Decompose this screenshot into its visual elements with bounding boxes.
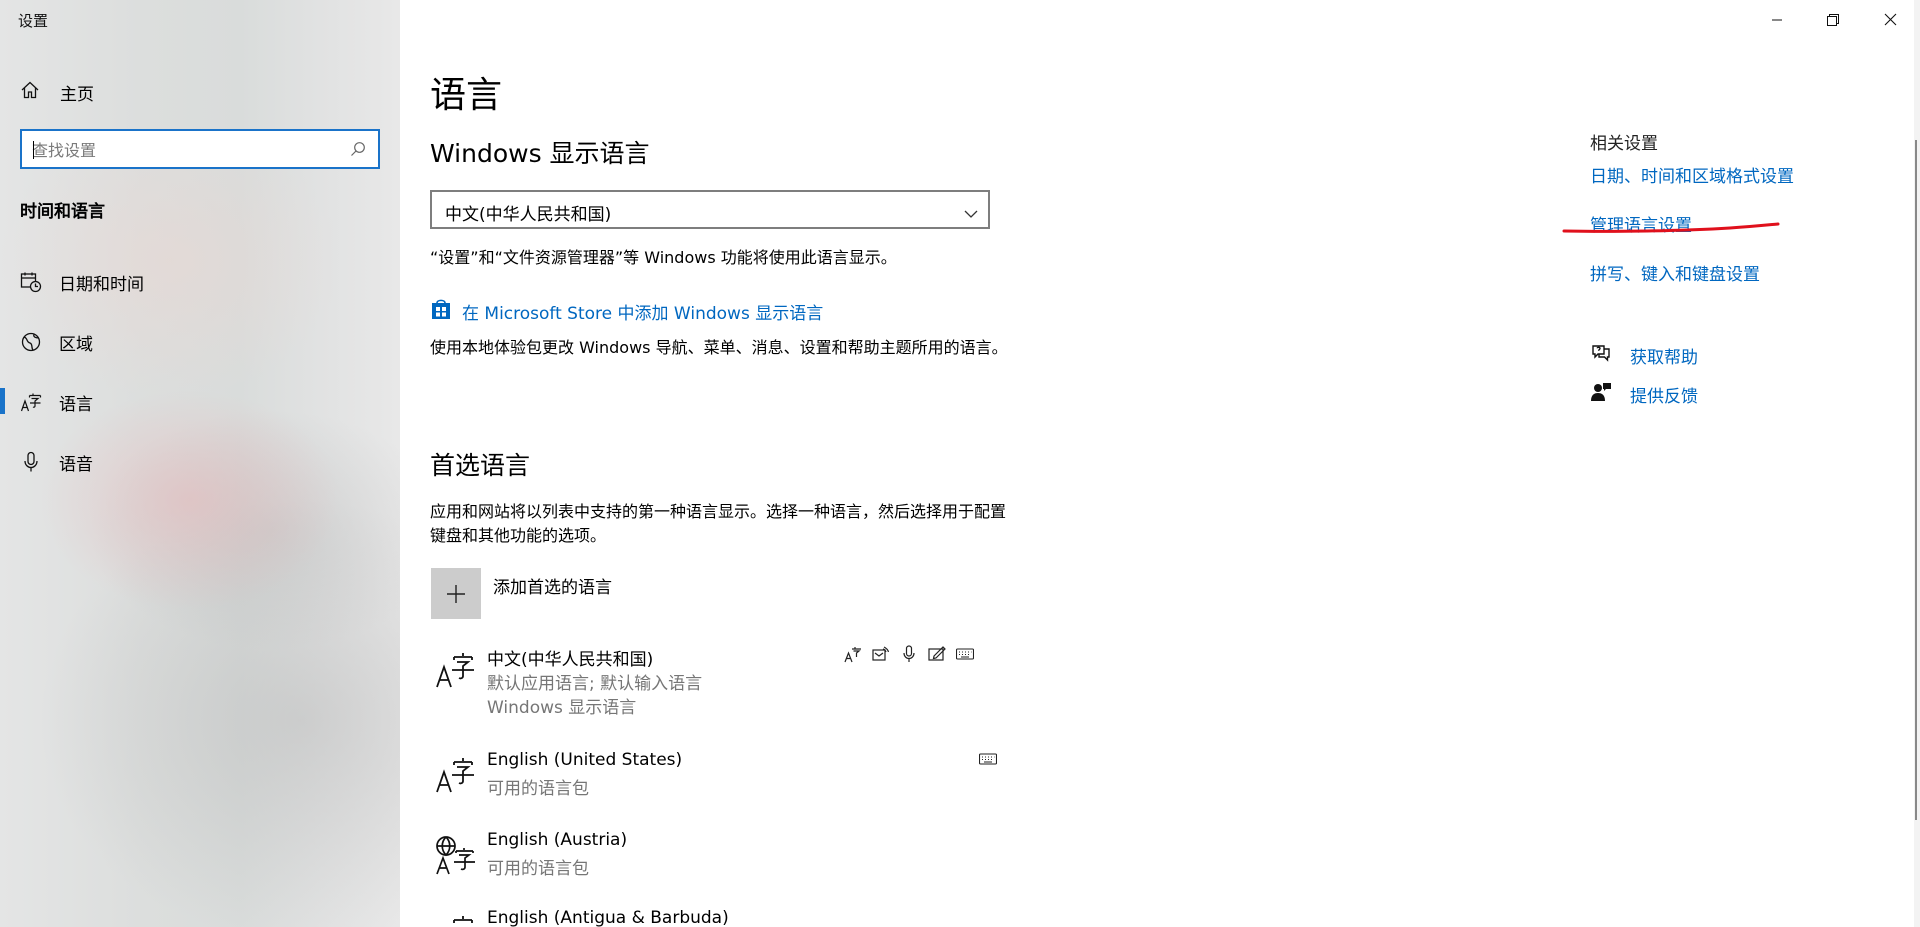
sidebar-section-title: 时间和语言 [20,202,105,222]
sidebar-item-label: 区域 [59,335,93,355]
sidebar: 设置 主页 时间和语言 日期和时间 [0,0,400,927]
text-to-speech-icon [872,645,890,667]
sidebar-item-label: 语言 [59,395,93,415]
sidebar-item-speech[interactable]: 语音 [0,441,400,481]
keyboard-icon [978,750,998,772]
search-input[interactable] [32,139,332,161]
language-icon [20,391,42,413]
scrollbar[interactable] [1914,0,1920,927]
feedback-label: 提供反馈 [1630,386,1698,407]
language-list-item[interactable]: 中文(中华人民共和国) 默认应用语言; 默认输入语言 Windows 显示语言 [430,645,1010,740]
home-icon [20,80,40,104]
store-bag-icon [430,298,452,324]
sidebar-item-label: 语音 [59,455,93,475]
language-name: English (Antigua & Barbuda) [487,908,729,927]
handwriting-icon [928,645,946,667]
globe-region-icon [20,331,42,353]
sidebar-home-label: 主页 [60,84,94,105]
scrollbar-thumb[interactable] [1915,140,1917,820]
language-detail: 可用的语言包 [487,779,589,799]
window-title: 设置 [18,12,49,30]
sidebar-item-region[interactable]: 区域 [0,321,400,361]
search-icon[interactable] [350,141,366,161]
language-list-item[interactable]: English (Austria) 可用的语言包 [430,830,1010,885]
display-language-description: “设置”和“文件资源管理器”等 Windows 功能将使用此语言显示。 [430,248,897,267]
sidebar-item-label: 日期和时间 [59,275,144,295]
globe-language-icon [434,834,476,876]
page-title: 语言 [430,75,503,116]
preferred-languages-heading: 首选语言 [430,451,531,480]
display-language-value: 中文(中华人民共和国) [445,205,612,225]
store-link-label: 在 Microsoft Store 中添加 Windows 显示语言 [462,303,824,324]
red-underline-annotation [1562,218,1782,240]
language-glyph-icon [434,649,476,691]
get-help-label: 获取帮助 [1630,347,1698,368]
display-language-heading: Windows 显示语言 [430,139,650,168]
calendar-clock-icon [20,271,42,293]
related-settings-heading: 相关设置 [1590,134,1658,154]
language-glyph-icon [434,912,476,927]
language-name: English (United States) [487,750,683,770]
spelling-typing-keyboard-link[interactable]: 拼写、键入和键盘设置 [1590,260,1760,285]
display-language-dropdown[interactable]: 中文(中华人民共和国) [430,190,990,229]
plus-icon [431,568,481,619]
text-caret [33,141,34,159]
language-glyph-icon [434,754,476,796]
help-chat-icon [1590,342,1612,368]
add-preferred-language-button[interactable]: 添加首选的语言 [431,568,612,619]
language-list-item[interactable]: English (Antigua & Barbuda) [430,908,1010,927]
language-detail: Windows 显示语言 [487,698,637,718]
search-box[interactable] [20,129,380,169]
minimize-icon [1771,11,1783,30]
store-add-display-language-link[interactable]: 在 Microsoft Store 中添加 Windows 显示语言 [430,298,823,324]
feedback-person-icon [1590,381,1612,407]
close-icon [1884,11,1897,30]
speech-icon [900,645,918,667]
keyboard-icon [955,645,975,667]
language-detail: 默认应用语言; 默认输入语言 [487,674,703,694]
language-features [844,645,975,667]
sidebar-home[interactable]: 主页 [20,80,94,105]
restore-button[interactable] [1805,0,1861,40]
preferred-languages-description: 应用和网站将以列表中支持的第一种语言显示。选择一种语言，然后选择用于配置键盘和其… [430,502,1007,545]
language-name: English (Austria) [487,830,628,850]
language-features [978,750,998,772]
microphone-icon [20,451,42,473]
close-button[interactable] [1862,0,1918,40]
language-name: 中文(中华人民共和国) [487,650,654,670]
language-list-item[interactable]: English (United States) 可用的语言包 [430,750,1010,805]
display-language-icon [844,645,862,667]
minimize-button[interactable] [1749,0,1805,40]
date-time-region-format-link[interactable]: 日期、时间和区域格式设置 [1590,162,1794,187]
add-preferred-language-label: 添加首选的语言 [493,578,612,598]
restore-icon [1827,11,1839,30]
chevron-down-icon [964,204,978,223]
sidebar-item-language[interactable]: 语言 [0,381,400,421]
language-detail: 可用的语言包 [487,859,589,879]
sidebar-item-date-time[interactable]: 日期和时间 [0,261,400,301]
get-help-link[interactable]: 获取帮助 [1590,342,1698,368]
main-content: 语言 Windows 显示语言 中文(中华人民共和国) “设置”和“文件资源管理… [400,0,1920,927]
store-description: 使用本地体验包更改 Windows 导航、菜单、消息、设置和帮助主题所用的语言。 [430,338,1008,357]
feedback-link[interactable]: 提供反馈 [1590,381,1698,407]
